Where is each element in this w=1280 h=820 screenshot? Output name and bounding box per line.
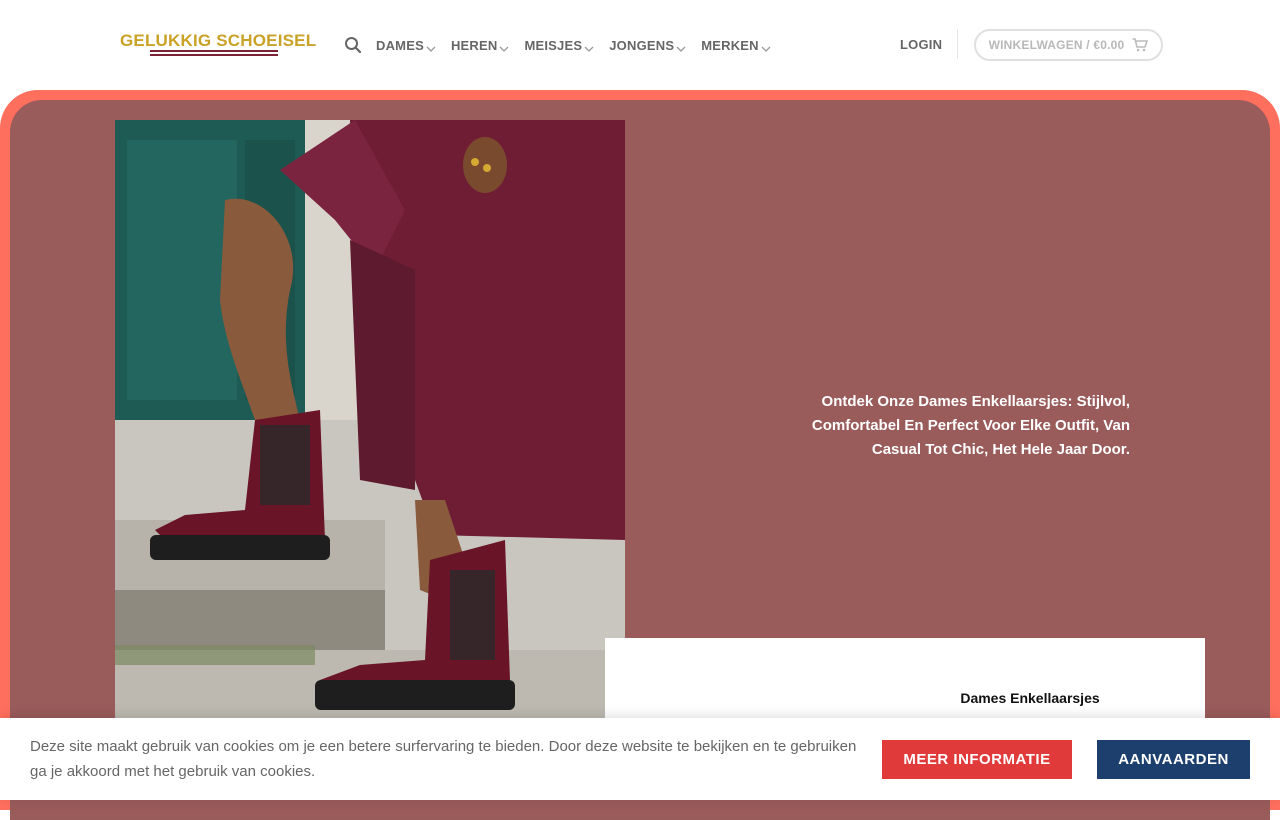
chevron-down-icon (676, 41, 686, 52)
site-header: GELUKKIG SCHOEISEL DAMES HEREN MEISJES J… (0, 0, 1280, 90)
logo-underline (150, 54, 278, 56)
logo-underline (150, 50, 278, 52)
cookie-banner: Deze site maakt gebruik van cookies om j… (0, 718, 1280, 800)
nav-item-label: HEREN (450, 37, 498, 53)
nav-item-heren[interactable]: HEREN (451, 38, 510, 53)
main-nav: DAMES HEREN MEISJES JONGENS MERKEN (344, 34, 786, 56)
chevron-down-icon (584, 41, 594, 52)
nav-item-jongens[interactable]: JONGENS (609, 38, 686, 53)
nav-item-meisjes[interactable]: MEISJES (524, 38, 594, 53)
nav-item-label: JONGENS (609, 37, 675, 53)
card-title: Dames Enkellaarsjes (960, 690, 1100, 706)
chevron-down-icon (426, 41, 436, 52)
nav-item-dames[interactable]: DAMES (376, 38, 436, 53)
cart-button[interactable]: WINKELWAGEN / €0.00 (974, 29, 1163, 61)
nav-item-label: MEISJES (524, 37, 583, 53)
login-link[interactable]: LOGIN (900, 37, 942, 52)
nav-item-label: MERKEN (701, 37, 759, 53)
cookie-text: Deze site maakt gebruik van cookies om j… (30, 738, 857, 780)
logo[interactable]: GELUKKIG SCHOEISEL (120, 30, 317, 58)
nav-item-label: DAMES (376, 37, 424, 53)
logo-text: GELUKKIG SCHOEISEL (120, 31, 317, 50)
more-info-button[interactable]: MEER INFORMATIE (882, 740, 1072, 779)
hero-image (115, 120, 625, 740)
shopping-cart-icon (1132, 38, 1149, 52)
cart-label: WINKELWAGEN / €0.00 (988, 38, 1125, 52)
search-icon[interactable] (344, 36, 362, 54)
accept-button[interactable]: AANVAARDEN (1097, 740, 1250, 779)
chevron-down-icon (761, 41, 771, 52)
chevron-down-icon (499, 41, 509, 52)
header-divider (957, 29, 958, 59)
nav-item-merken[interactable]: MERKEN (701, 38, 771, 53)
hero-tagline: Ontdek Onze Dames Enkellaarsjes: Stijlvo… (811, 393, 1130, 458)
